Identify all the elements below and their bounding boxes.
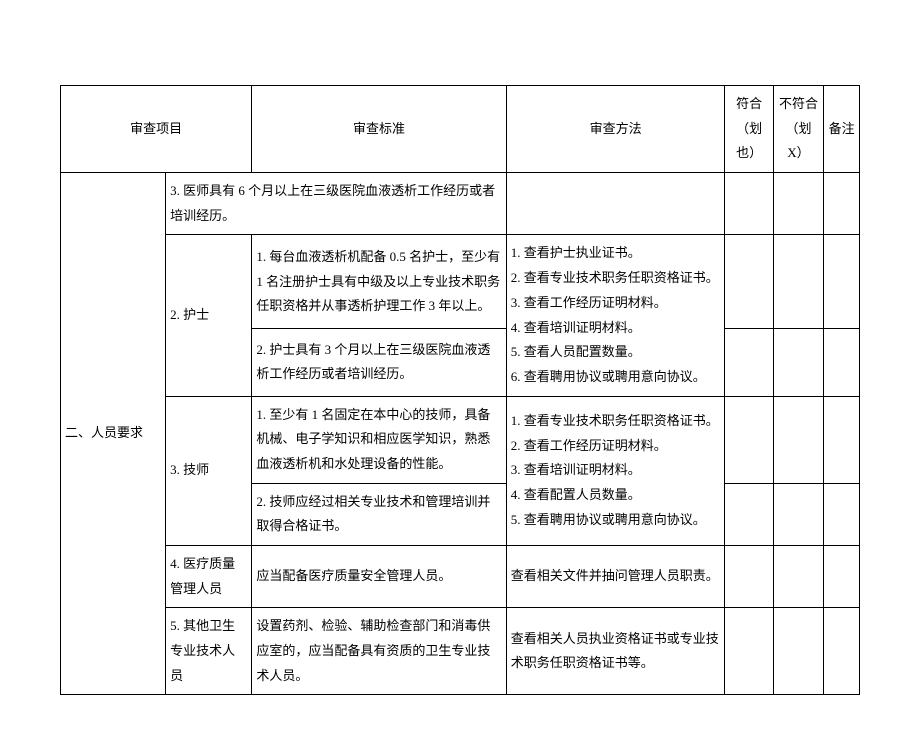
conform-cell <box>725 173 773 235</box>
table-row: 4. 医疗质量管理人员 应当配备医疗质量安全管理人员。 查看相关文件并抽问管理人… <box>61 546 860 608</box>
note-cell <box>824 173 860 235</box>
table-row: 二、人员要求 3. 医师具有 6 个月以上在三级医院血液透析工作经历或者培训经历… <box>61 173 860 235</box>
conform-cell <box>725 483 773 545</box>
note-cell <box>824 546 860 608</box>
doctor-standard: 3. 医师具有 6 个月以上在三级医院血液透析工作经历或者培训经历。 <box>166 173 507 235</box>
other-method: 查看相关人员执业资格证书或专业技术职务任职资格证书等。 <box>506 608 725 695</box>
header-note: 备注 <box>824 86 860 173</box>
note-cell <box>824 329 860 396</box>
qm-label: 4. 医疗质量管理人员 <box>166 546 252 608</box>
header-conform: 符合（划也） <box>725 86 773 173</box>
note-cell <box>824 483 860 545</box>
other-std: 设置药剂、检验、辅助检查部门和消毒供应室的，应当配备具有资质的卫生专业技术人员。 <box>252 608 506 695</box>
conform-cell <box>725 235 773 329</box>
nurse-std1: 1. 每台血液透析机配备 0.5 名护士，至少有 1 名注册护士具有中级及以上专… <box>252 235 506 329</box>
qm-method: 查看相关文件并抽问管理人员职责。 <box>506 546 725 608</box>
note-cell <box>824 396 860 483</box>
conform-cell <box>725 396 773 483</box>
nonconform-cell <box>773 396 823 483</box>
header-project: 审查项目 <box>61 86 252 173</box>
nurse-method: 1. 查看护士执业证书。 2. 查看专业技术职务任职资格证书。 3. 查看工作经… <box>506 235 725 396</box>
header-method: 审查方法 <box>506 86 725 173</box>
header-nonconform: 不符合（划 X） <box>773 86 823 173</box>
nonconform-cell <box>773 235 823 329</box>
qm-std: 应当配备医疗质量安全管理人员。 <box>252 546 506 608</box>
inspection-table: 审查项目 审查标准 审查方法 符合（划也） 不符合（划 X） 备注 二、人员要求… <box>60 85 860 695</box>
conform-cell <box>725 546 773 608</box>
doctor-method-empty <box>506 173 725 235</box>
table-row: 5. 其他卫生专业技术人员 设置药剂、检验、辅助检查部门和消毒供应室的，应当配备… <box>61 608 860 695</box>
tech-method: 1. 查看专业技术职务任职资格证书。 2. 查看工作经历证明材料。 3. 查看培… <box>506 396 725 545</box>
nurse-std2: 2. 护士具有 3 个月以上在三级医院血液透析工作经历或者培训经历。 <box>252 329 506 396</box>
category-cell: 二、人员要求 <box>61 173 166 695</box>
tech-std2: 2. 技师应经过相关专业技术和管理培训并取得合格证书。 <box>252 483 506 545</box>
nonconform-cell <box>773 546 823 608</box>
tech-std1: 1. 至少有 1 名固定在本中心的技师，具备机械、电子学知识和相应医学知识，熟悉… <box>252 396 506 483</box>
note-cell <box>824 235 860 329</box>
nurse-label: 2. 护士 <box>166 235 252 396</box>
table-row: 2. 护士 1. 每台血液透析机配备 0.5 名护士，至少有 1 名注册护士具有… <box>61 235 860 329</box>
other-label: 5. 其他卫生专业技术人员 <box>166 608 252 695</box>
header-row: 审查项目 审查标准 审查方法 符合（划也） 不符合（划 X） 备注 <box>61 86 860 173</box>
nonconform-cell <box>773 483 823 545</box>
note-cell <box>824 608 860 695</box>
conform-cell <box>725 608 773 695</box>
table-row: 3. 技师 1. 至少有 1 名固定在本中心的技师，具备机械、电子学知识和相应医… <box>61 396 860 483</box>
conform-cell <box>725 329 773 396</box>
nonconform-cell <box>773 608 823 695</box>
tech-label: 3. 技师 <box>166 396 252 545</box>
nonconform-cell <box>773 173 823 235</box>
header-standard: 审查标准 <box>252 86 506 173</box>
nonconform-cell <box>773 329 823 396</box>
